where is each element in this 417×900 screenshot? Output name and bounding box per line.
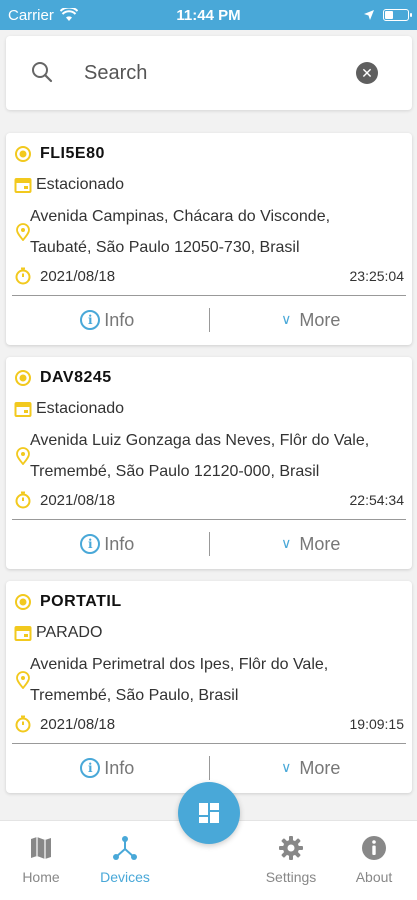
vehicle-status: Estacionado xyxy=(36,176,125,193)
vehicle-card[interactable]: DAV8245 Estacionado Avenida Luiz Gonzaga… xyxy=(6,357,412,569)
more-button[interactable]: ∨ More xyxy=(210,310,413,331)
vehicle-date: 2021/08/18 xyxy=(40,491,116,509)
more-button[interactable]: ∨ More xyxy=(210,534,413,555)
search-icon[interactable] xyxy=(30,60,54,84)
chevron-down-icon: ∨ xyxy=(281,534,292,551)
stopwatch-icon xyxy=(15,715,31,733)
vehicle-plate: DAV8245 xyxy=(40,369,112,386)
nav-settings-label: Settings xyxy=(265,869,317,885)
nav-devices-label: Devices xyxy=(100,869,150,885)
wifi-icon xyxy=(59,8,78,21)
info-icon: i xyxy=(80,534,101,554)
vehicle-address-line1: Avenida Luiz Gonzaga das Neves, Flôr do … xyxy=(30,432,370,449)
chevron-down-icon: ∨ xyxy=(281,310,292,327)
nav-about[interactable]: About xyxy=(334,835,414,885)
nav-home[interactable]: Home xyxy=(1,835,81,885)
card-actions: i Info ∨ More xyxy=(6,519,412,569)
info-button[interactable]: i Info xyxy=(6,310,209,331)
gps-target-icon xyxy=(15,146,31,162)
nav-settings[interactable]: Settings xyxy=(251,835,331,885)
chevron-down-icon: ∨ xyxy=(281,758,292,775)
vehicle-address-line2: Taubaté, São Paulo 12050-730, Brasil xyxy=(30,239,300,256)
map-icon xyxy=(31,837,51,859)
vehicle-address-line2: Tremembé, São Paulo, Brasil xyxy=(30,687,239,704)
info-button[interactable]: i Info xyxy=(6,534,209,555)
network-icon xyxy=(113,836,137,860)
more-label: More xyxy=(299,533,341,554)
stopwatch-icon xyxy=(15,491,31,509)
clear-search-icon[interactable]: ✕ xyxy=(356,62,378,84)
battery-icon xyxy=(383,9,412,21)
more-button[interactable]: ∨ More xyxy=(210,758,413,779)
nav-devices[interactable]: Devices xyxy=(85,835,165,885)
vehicle-time: 23:25:04 xyxy=(349,268,405,284)
status-bar: Carrier 11:44 PM xyxy=(0,0,417,30)
location-arrow-icon xyxy=(364,10,374,20)
calendar-icon xyxy=(14,178,32,193)
dashboard-fab-button[interactable] xyxy=(178,782,240,844)
vehicle-card[interactable]: FLI5E80 Estacionado Avenida Campinas, Ch… xyxy=(6,133,412,345)
vehicle-status: Estacionado xyxy=(36,400,125,417)
vehicle-time: 22:54:34 xyxy=(349,492,405,508)
vehicle-status: PARADO xyxy=(36,624,103,641)
more-label: More xyxy=(299,757,341,778)
vehicle-date: 2021/08/18 xyxy=(40,267,116,285)
gps-target-icon xyxy=(15,594,31,610)
vehicle-time: 19:09:15 xyxy=(349,716,405,732)
carrier-label: Carrier xyxy=(8,6,54,24)
stopwatch-icon xyxy=(15,267,31,285)
search-bar: ✕ xyxy=(6,36,412,110)
info-icon xyxy=(362,836,386,860)
calendar-icon xyxy=(14,402,32,417)
calendar-icon xyxy=(14,626,32,641)
nav-home-label: Home xyxy=(22,869,60,885)
info-button[interactable]: i Info xyxy=(6,758,209,779)
vehicle-date: 2021/08/18 xyxy=(40,715,116,733)
dashboard-icon xyxy=(199,803,219,823)
vehicle-address-line1: Avenida Campinas, Chácara do Visconde, xyxy=(30,208,331,225)
vehicle-plate: FLI5E80 xyxy=(40,145,105,162)
vehicle-address-line1: Avenida Perimetral dos Ipes, Flôr do Val… xyxy=(30,656,329,673)
gps-target-icon xyxy=(15,370,31,386)
info-icon: i xyxy=(80,310,101,330)
search-input[interactable] xyxy=(84,58,334,88)
vehicle-card[interactable]: PORTATIL PARADO Avenida Perimetral dos I… xyxy=(6,581,412,793)
info-label: Info xyxy=(104,533,135,554)
vehicle-plate: PORTATIL xyxy=(40,593,122,610)
info-label: Info xyxy=(104,757,135,778)
clock: 11:44 PM xyxy=(176,6,241,24)
info-label: Info xyxy=(104,309,135,330)
nav-about-label: About xyxy=(355,869,393,885)
vehicle-address-line2: Tremembé, São Paulo 12120-000, Brasil xyxy=(30,463,320,480)
gear-icon xyxy=(279,836,303,860)
more-label: More xyxy=(299,309,341,330)
card-actions: i Info ∨ More xyxy=(6,295,412,345)
info-icon: i xyxy=(80,758,101,778)
